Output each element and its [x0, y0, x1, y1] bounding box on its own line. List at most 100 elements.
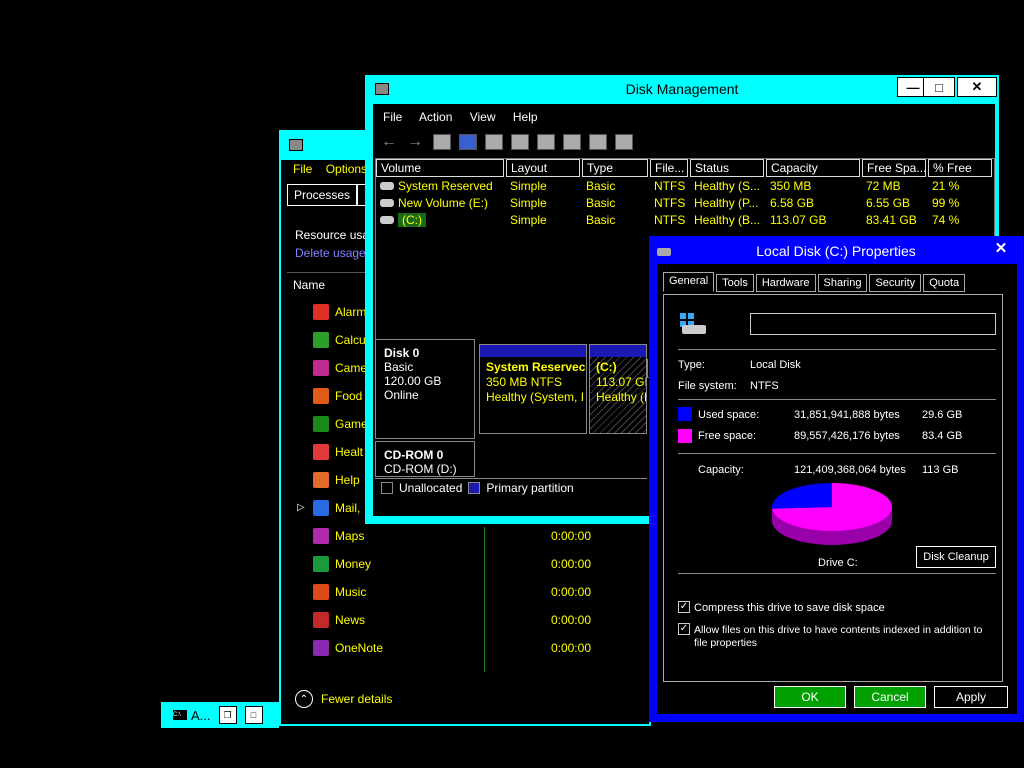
tab-security[interactable]: Security — [869, 274, 922, 292]
partition-c[interactable]: (C:) 113.07 GB Healthy (E — [589, 344, 647, 434]
column-header[interactable]: Layout — [506, 159, 580, 177]
process-row[interactable]: Music 0:00:00 — [313, 580, 643, 604]
show-hide-tree-icon[interactable] — [433, 134, 451, 150]
search-icon[interactable] — [589, 134, 607, 150]
capacity-gb: 113 GB — [922, 464, 959, 476]
volume-row[interactable]: (C:) Simple Basic NTFS Healthy (B... 113.07 G… — [376, 211, 994, 228]
volume-capacity-cell: 350 MB — [770, 178, 812, 193]
volume-name: (C:) — [398, 212, 426, 227]
properties-icon[interactable] — [485, 134, 503, 150]
column-name-header[interactable]: Name — [293, 278, 325, 292]
disk-0-label[interactable]: Disk 0 Basic 120.00 GB Online — [375, 339, 475, 439]
cancel-button[interactable]: Cancel — [854, 686, 926, 708]
process-row[interactable]: Money 0:00:00 — [313, 552, 643, 576]
drive-label: Drive C: — [818, 557, 858, 569]
maximize-button[interactable]: □ — [244, 706, 263, 724]
app-icon — [313, 612, 329, 628]
close-button[interactable]: ✕ — [985, 237, 1017, 259]
volume-free-cell: 72 MB — [866, 178, 901, 193]
maximize-button[interactable]: □ — [923, 77, 955, 97]
disk-cleanup-button[interactable]: Disk Cleanup — [916, 546, 996, 568]
app-icon — [313, 388, 329, 404]
process-row[interactable]: News 0:00:00 — [313, 608, 643, 632]
volume-label-input[interactable] — [750, 313, 996, 335]
tab-sharing[interactable]: Sharing — [817, 274, 868, 292]
volume-name: System Reserved — [398, 178, 493, 193]
fewer-details-button[interactable]: ⌃ Fewer details — [295, 690, 392, 708]
cdrom-drive: CD-ROM (D:) — [384, 462, 457, 476]
app-icon — [313, 360, 329, 376]
menu-bar: File Action View Help — [383, 110, 552, 124]
column-header[interactable]: Capacity — [766, 159, 860, 177]
process-name: Money — [335, 557, 372, 571]
tab-processes[interactable]: Processes — [287, 184, 358, 206]
menu-options[interactable]: Options — [326, 162, 367, 176]
grid-icon[interactable] — [615, 134, 633, 150]
legend-unallocated: Unallocated — [399, 480, 463, 495]
column-header[interactable]: Volume — [376, 159, 504, 177]
back-arrow-icon[interactable]: ← — [381, 134, 399, 150]
partition-status: Healthy (E — [596, 390, 646, 404]
column-header[interactable]: File... — [650, 159, 688, 177]
partition-status: Healthy (System, I — [486, 390, 585, 404]
help-icon[interactable] — [459, 134, 477, 150]
process-row[interactable]: Maps 0:00:00 — [313, 524, 643, 548]
app-icon — [313, 640, 329, 656]
tab-quota[interactable]: Quota — [923, 274, 966, 292]
delete-usage-link[interactable]: Delete usage — [295, 246, 366, 260]
menu-file[interactable]: File — [293, 162, 312, 176]
divider — [678, 573, 996, 574]
column-header[interactable]: Type — [582, 159, 648, 177]
compress-checkbox[interactable]: ✓ — [678, 601, 690, 613]
drive-icon — [380, 181, 394, 190]
apply-button[interactable]: Apply — [934, 686, 1008, 708]
process-cpu-time: 0:00:00 — [550, 585, 591, 599]
tab-tools[interactable]: Tools — [716, 274, 754, 292]
minimized-window[interactable]: C:\ A... ❐ □ — [161, 702, 279, 728]
expand-arrow-icon[interactable]: ▷ — [297, 502, 305, 513]
restore-button[interactable]: ❐ — [218, 706, 237, 724]
volume-row[interactable]: New Volume (E:) Simple Basic NTFS Healthy (P… — [376, 194, 994, 211]
column-header[interactable]: Free Spa... — [862, 159, 926, 177]
menu-file[interactable]: File — [383, 110, 402, 124]
check-icon[interactable] — [537, 134, 555, 150]
legend-primary: Primary partition — [486, 480, 574, 495]
volume-free-cell: 83.41 GB — [866, 212, 917, 227]
app-icon — [313, 304, 329, 320]
menu-view[interactable]: View — [470, 110, 496, 124]
menu-action[interactable]: Action — [419, 110, 452, 124]
disk-usage-pie — [772, 483, 892, 545]
volume-type-cell: Basic — [586, 212, 616, 227]
column-header[interactable]: Status — [690, 159, 764, 177]
process-row[interactable]: OneNote 0:00:00 — [313, 636, 643, 660]
disk-0-size: 120.00 GB — [384, 374, 442, 388]
cdrom-0-label[interactable]: CD-ROM 0 CD-ROM (D:) — [375, 441, 475, 477]
toolbar: ← → — [373, 128, 995, 156]
dialog-title: Local Disk (C:) Properties — [756, 243, 916, 259]
folder-icon[interactable] — [563, 134, 581, 150]
cdrom-name: CD-ROM 0 — [384, 448, 444, 462]
ok-button[interactable]: OK — [774, 686, 846, 708]
fs-value: NTFS — [750, 380, 779, 392]
volume-list-header: Volume Layout Type File... Status Capacity Fre… — [376, 159, 994, 177]
volume-cell: New Volume (E:) — [376, 196, 504, 210]
forward-arrow-icon[interactable]: → — [407, 134, 425, 150]
partition-size: 350 MB NTFS — [486, 375, 563, 389]
compress-label: Compress this drive to save disk space — [694, 602, 885, 614]
tab-hardware[interactable]: Hardware — [755, 274, 816, 292]
properties-dialog: Local Disk (C:) Properties ✕ General Tool… — [649, 236, 1023, 722]
index-checkbox[interactable]: ✓ — [678, 623, 690, 635]
tab-general[interactable]: General — [663, 272, 715, 292]
close-button[interactable]: ✕ — [957, 77, 997, 97]
volume-type-cell: Basic — [586, 178, 616, 193]
column-header[interactable]: % Free — [928, 159, 992, 177]
partition-system-reserved[interactable]: System Reservec 350 MB NTFS Healthy (Sys… — [479, 344, 587, 434]
disk-0-type: Basic — [384, 360, 414, 374]
resource-usage-text: Resource usa — [295, 228, 370, 242]
fewer-details-label: Fewer details — [321, 692, 393, 706]
connect-icon[interactable] — [511, 134, 529, 150]
app-icon — [313, 472, 329, 488]
menu-help[interactable]: Help — [513, 110, 538, 124]
volume-row[interactable]: System Reserved Simple Basic NTFS Healthy (S… — [376, 177, 994, 194]
volume-layout-cell: Simple — [510, 212, 547, 227]
